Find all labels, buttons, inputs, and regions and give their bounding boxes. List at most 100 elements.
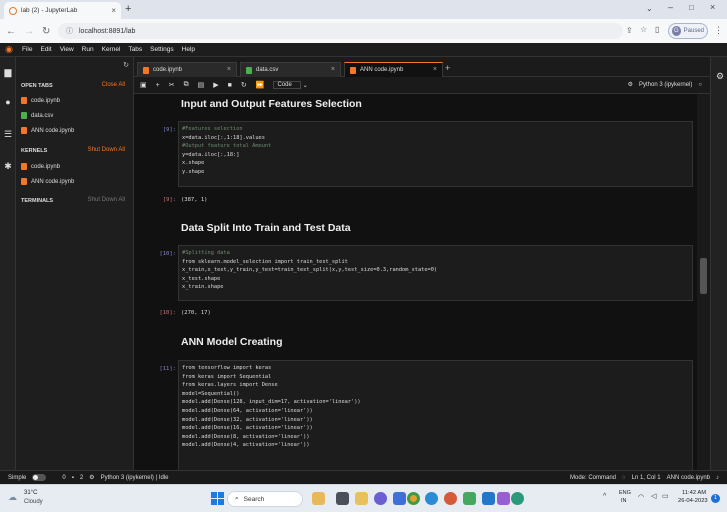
close-icon[interactable]: × bbox=[227, 66, 231, 74]
share-icon[interactable]: ⇪ bbox=[626, 26, 633, 35]
close-window-icon[interactable]: × bbox=[710, 2, 715, 12]
save-icon[interactable]: ▣ bbox=[140, 81, 147, 89]
terminal-count: 0 bbox=[62, 474, 66, 481]
maximize-icon[interactable]: □ bbox=[689, 3, 694, 12]
terminals-heading: TERMINALS bbox=[21, 198, 54, 204]
cut-icon[interactable]: ✂ bbox=[169, 81, 175, 89]
menu-kernel[interactable]: Kernel bbox=[98, 46, 125, 53]
address-bar[interactable]: ⓘ localhost:8891/lab bbox=[58, 23, 623, 39]
restart-icon[interactable]: ↻ bbox=[241, 81, 247, 89]
store-icon[interactable] bbox=[393, 492, 406, 505]
paint-icon[interactable] bbox=[497, 492, 510, 505]
menu-edit[interactable]: Edit bbox=[36, 46, 55, 53]
tab-code-ipynb[interactable]: code.ipynb × bbox=[137, 62, 237, 77]
open-tab-item[interactable]: data.csv bbox=[21, 112, 53, 119]
close-icon[interactable]: × bbox=[331, 66, 335, 74]
code-cell[interactable]: #Features selection x=data.iloc[:,1:18].… bbox=[178, 121, 693, 187]
browser-tab[interactable]: lab (2) - JupyterLab × bbox=[4, 2, 121, 19]
code-cell[interactable]: #Splitting data from sklearn.model_selec… bbox=[178, 245, 693, 301]
close-icon[interactable]: × bbox=[433, 66, 437, 74]
kernel-item[interactable]: code.ipynb bbox=[21, 163, 60, 170]
cell-type-select[interactable]: Code bbox=[273, 81, 301, 89]
run-all-icon[interactable]: ⏩ bbox=[256, 81, 265, 89]
notebook-scrollbar[interactable] bbox=[697, 94, 710, 470]
bell-icon[interactable]: ♪ bbox=[716, 475, 719, 481]
menu-file[interactable]: File bbox=[18, 46, 36, 53]
kernel-count: 2 bbox=[79, 474, 84, 481]
wifi-icon[interactable]: ◠ bbox=[638, 493, 644, 501]
stop-icon[interactable]: ■ bbox=[228, 82, 232, 89]
task-view-icon[interactable] bbox=[336, 492, 349, 505]
property-inspector-icon[interactable]: ⚙ bbox=[715, 71, 725, 81]
running-icon[interactable]: ● bbox=[3, 97, 13, 107]
app-icon[interactable] bbox=[444, 492, 457, 505]
profile-button[interactable]: G Paused bbox=[668, 23, 708, 39]
cursor-position[interactable]: Ln 1, Col 1 bbox=[632, 475, 661, 481]
simple-mode-label: Simple bbox=[8, 474, 27, 481]
tab-search-icon[interactable]: ⌄ bbox=[646, 4, 653, 13]
start-icon[interactable] bbox=[211, 492, 224, 505]
simple-mode-toggle[interactable] bbox=[32, 474, 47, 481]
taskbar-search[interactable]: ⌕ Search bbox=[227, 491, 303, 507]
add-cell-icon[interactable]: + bbox=[156, 82, 160, 89]
side-panel-icon[interactable]: ▯ bbox=[655, 25, 659, 34]
site-info-icon[interactable]: ⓘ bbox=[66, 26, 73, 36]
back-icon[interactable]: ← bbox=[6, 26, 16, 37]
running-panel: ↻ OPEN TABS Close All code.ipynb data.cs… bbox=[16, 57, 134, 470]
menu-help[interactable]: Help bbox=[178, 46, 199, 53]
teams-icon[interactable] bbox=[374, 492, 387, 505]
terminal-icon: ▪ bbox=[71, 474, 74, 481]
weather-temp[interactable]: 31°C bbox=[24, 490, 37, 496]
tab-data-csv[interactable]: data.csv × bbox=[240, 62, 341, 77]
minimize-icon[interactable]: – bbox=[668, 2, 673, 12]
chrome-icon[interactable] bbox=[407, 492, 420, 505]
bookmark-star-icon[interactable]: ☆ bbox=[640, 25, 647, 34]
tab-label: code.ipynb bbox=[153, 67, 183, 73]
tab-label: ANN code.ipynb bbox=[360, 67, 404, 73]
close-tab-icon[interactable]: × bbox=[111, 6, 116, 15]
run-icon[interactable]: ▶ bbox=[213, 81, 218, 89]
code-cell[interactable]: from tensorflow import keras from keras … bbox=[178, 360, 693, 470]
new-tab-icon[interactable]: + bbox=[125, 3, 131, 15]
kernel-indicator[interactable]: ⚙ Python 3 (ipykernel) ○ bbox=[628, 81, 702, 89]
scrollbar-thumb[interactable] bbox=[700, 258, 707, 294]
tab-ann-code-ipynb[interactable]: ANN code.ipynb × bbox=[344, 62, 443, 77]
kernel-status-text[interactable]: Python 3 (ipykernel) | Idle bbox=[101, 475, 169, 481]
browser-menu-icon[interactable]: ⋮ bbox=[714, 25, 723, 36]
language-top[interactable]: ENG bbox=[619, 490, 631, 496]
notification-app-icon[interactable] bbox=[511, 492, 524, 505]
reload-icon[interactable]: ↻ bbox=[42, 26, 50, 37]
game-icon[interactable] bbox=[463, 492, 476, 505]
shut-down-all-terminals-button[interactable]: Shut Down All bbox=[88, 197, 125, 203]
vscode-icon[interactable] bbox=[482, 492, 495, 505]
volume-icon[interactable]: ◁ bbox=[651, 492, 656, 500]
menu-view[interactable]: View bbox=[56, 46, 78, 53]
folder-icon[interactable]: ▆ bbox=[3, 67, 13, 77]
close-all-button[interactable]: Close All bbox=[102, 82, 125, 88]
battery-icon[interactable]: ▭ bbox=[662, 492, 669, 500]
paste-icon[interactable]: ▤ bbox=[198, 81, 205, 89]
menu-run[interactable]: Run bbox=[78, 46, 98, 53]
kernel-item[interactable]: ANN code.ipynb bbox=[21, 178, 74, 185]
code-line: model.add(Dense(64, activation='linear')… bbox=[182, 407, 313, 414]
widgets-icon[interactable] bbox=[312, 492, 325, 505]
extensions-icon[interactable]: ✱ bbox=[3, 161, 13, 171]
notebook-icon bbox=[21, 163, 27, 170]
menu-tabs[interactable]: Tabs bbox=[124, 46, 146, 53]
open-tab-item[interactable]: ANN code.ipynb bbox=[21, 127, 74, 134]
commands-icon[interactable]: ☰ bbox=[3, 129, 13, 139]
notification-badge[interactable]: 1 bbox=[711, 494, 720, 503]
copy-icon[interactable]: ⧉ bbox=[184, 81, 189, 89]
refresh-icon[interactable]: ↻ bbox=[123, 61, 129, 69]
shut-down-all-kernels-button[interactable]: Shut Down All bbox=[88, 147, 125, 153]
new-launcher-icon[interactable]: + bbox=[445, 63, 450, 73]
forward-icon[interactable]: → bbox=[24, 26, 34, 37]
markdown-heading: ANN Model Creating bbox=[181, 336, 283, 348]
clock-time[interactable]: 11:42 AM bbox=[682, 490, 706, 496]
open-tab-item[interactable]: code.ipynb bbox=[21, 97, 60, 104]
edge-icon[interactable] bbox=[425, 492, 438, 505]
file-explorer-icon[interactable] bbox=[355, 492, 368, 505]
bug-icon[interactable]: ⚙ bbox=[628, 81, 633, 88]
tray-chevron-icon[interactable]: ^ bbox=[603, 493, 606, 500]
menu-settings[interactable]: Settings bbox=[146, 46, 178, 53]
